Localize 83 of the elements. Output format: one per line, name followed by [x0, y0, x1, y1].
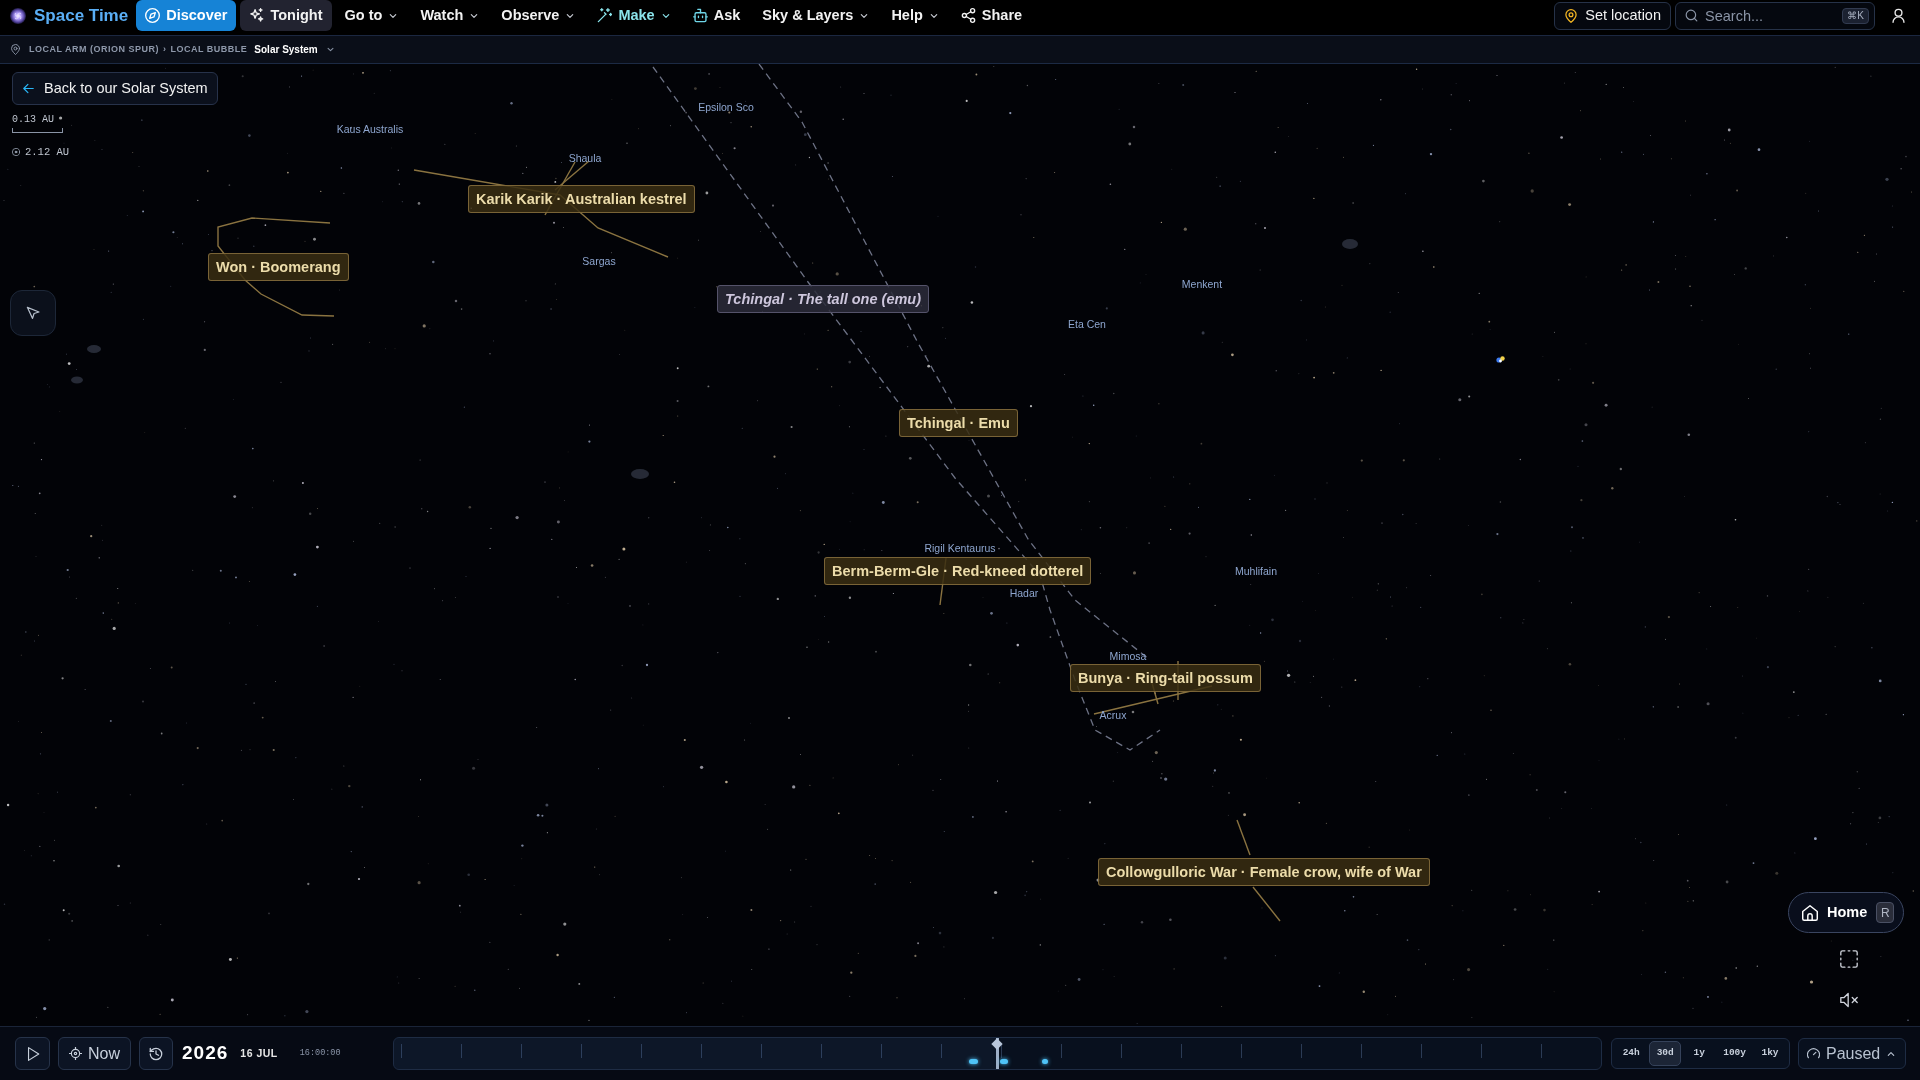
- constellation-line: [1252, 886, 1281, 922]
- event-marker-icon[interactable]: [968, 1059, 978, 1064]
- speed-menu-button[interactable]: Paused: [1798, 1038, 1906, 1069]
- event-marker-icon[interactable]: [1041, 1059, 1048, 1064]
- star-label: Acrux: [1099, 708, 1127, 722]
- constellation-label[interactable]: Bunya · Ring-tail possum: [1070, 664, 1261, 692]
- breadcrumb-separator: ›: [163, 42, 167, 56]
- fullscreen-icon[interactable]: [1840, 950, 1858, 968]
- time-label: 16:00:00: [299, 1047, 341, 1060]
- nav-menu[interactable]: Make: [588, 0, 680, 31]
- pointer-icon: [25, 305, 41, 321]
- star-label: Epsilon Sco: [698, 100, 754, 114]
- galaxy-logo-icon: [10, 7, 26, 24]
- user-icon: [1891, 8, 1906, 23]
- star-label: Menkent: [1181, 277, 1223, 291]
- timeline-track[interactable]: [392, 1037, 1603, 1070]
- scale-label: 0.13 AU: [12, 114, 54, 126]
- gauge-icon: [1807, 1047, 1820, 1060]
- star-label: Mimosa: [1109, 649, 1147, 663]
- nav-button[interactable]: Discover: [136, 0, 237, 31]
- compass-icon: [145, 8, 161, 23]
- nav-link[interactable]: Share: [951, 0, 1032, 31]
- nav-menu[interactable]: Watch: [411, 0, 489, 31]
- star-label: Eta Cen: [1068, 317, 1106, 331]
- set-location-button[interactable]: Set location: [1554, 1, 1671, 30]
- play-icon: [25, 1046, 40, 1061]
- map-pin-icon: [1564, 8, 1579, 23]
- object-marker-icon[interactable]: [1496, 356, 1505, 363]
- nav-menu[interactable]: Go to: [335, 0, 408, 31]
- sun-distance: 2.12 AU: [25, 146, 70, 158]
- star-label: Rigil Kentaurus: [924, 541, 996, 555]
- range-option[interactable]: 24h: [1615, 1041, 1648, 1066]
- breadcrumb-current[interactable]: Solar System: [254, 42, 318, 57]
- shortcut-key: R: [1876, 902, 1895, 923]
- home-icon: [1802, 904, 1818, 921]
- constellation-line: [1236, 819, 1251, 856]
- now-button[interactable]: Now: [58, 1037, 131, 1070]
- crosshair-icon: [69, 1047, 82, 1060]
- playhead-handle[interactable]: [991, 1038, 1003, 1050]
- star-label: Muhlifain: [1235, 564, 1277, 578]
- constellation-label[interactable]: Tchingal · Emu: [899, 409, 1018, 437]
- pointer-tool-button[interactable]: [10, 290, 56, 336]
- app-title: Space Time: [34, 4, 129, 27]
- constellation-label[interactable]: Won · Boomerang: [208, 253, 349, 281]
- nav-menu[interactable]: Sky & Layers: [753, 0, 879, 31]
- share-icon: [960, 8, 976, 23]
- star-label: Shaula: [568, 151, 602, 165]
- constellation-label[interactable]: Collowgulloric War · Female crow, wife of War: [1098, 858, 1430, 886]
- sun-symbol-icon: [12, 148, 20, 156]
- play-button[interactable]: [15, 1037, 50, 1070]
- magic-wand-icon: [597, 8, 613, 23]
- location-pin-icon: [10, 44, 21, 55]
- search-icon: [1685, 8, 1698, 22]
- star-label: Kaus Australis: [336, 122, 404, 136]
- constellation-label[interactable]: Berm-Berm-Gle · Red-kneed dotterel: [824, 557, 1092, 585]
- range-option[interactable]: 1ky: [1754, 1041, 1786, 1066]
- constellation-label[interactable]: Karik Karik · Australian kestrel: [468, 185, 695, 213]
- nav-menu[interactable]: Observe: [492, 0, 585, 31]
- constellation-label[interactable]: Tchingal · The tall one (emu): [717, 285, 930, 313]
- star-label: Hadar: [1009, 586, 1039, 600]
- scale-bar: [12, 128, 63, 133]
- date-label: 16 JUL: [240, 1045, 278, 1061]
- breadcrumb-link[interactable]: LOCAL ARM (ORION SPUR): [29, 42, 159, 57]
- chevron-down-icon: [325, 45, 335, 54]
- breadcrumb-link[interactable]: LOCAL BUBBLE: [170, 42, 248, 57]
- history-button[interactable]: [139, 1037, 173, 1070]
- account-button[interactable]: [1891, 8, 1906, 23]
- mute-icon[interactable]: [1840, 991, 1858, 1009]
- year-label: 2026: [182, 1041, 229, 1066]
- nav-button[interactable]: Tonight: [240, 0, 332, 31]
- range-option[interactable]: 1y: [1683, 1041, 1716, 1066]
- history-icon: [149, 1046, 163, 1061]
- arrow-left-icon: [22, 82, 35, 95]
- event-marker-icon[interactable]: [999, 1059, 1008, 1064]
- robot-icon: [692, 8, 708, 23]
- nav-menu[interactable]: Help: [882, 0, 948, 31]
- home-button[interactable]: Home R: [1788, 892, 1905, 933]
- back-button[interactable]: Back to our Solar System: [12, 72, 218, 105]
- sparkles-icon: [249, 8, 265, 23]
- nav-link[interactable]: Ask: [683, 0, 750, 31]
- star-label: Sargas: [582, 254, 616, 268]
- range-option[interactable]: 30d: [1649, 1041, 1682, 1066]
- range-option[interactable]: 100y: [1717, 1041, 1752, 1066]
